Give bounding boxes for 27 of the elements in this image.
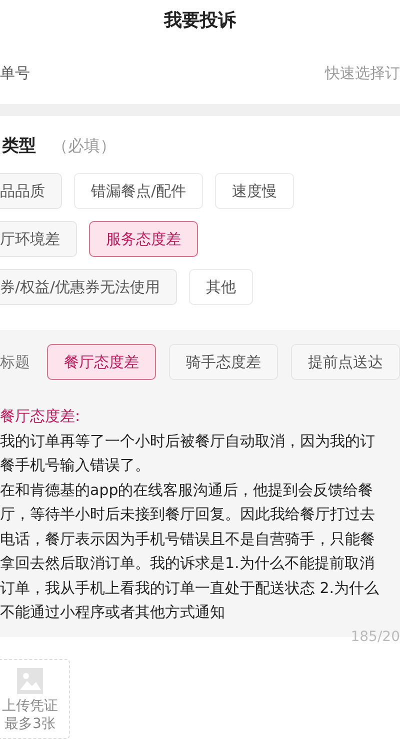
upload-button[interactable]: 上传凭证 最多3张 — [0, 659, 70, 739]
option-chip[interactable]: 品品质 — [0, 173, 62, 209]
description-line: 餐手机号输入错误了。 — [0, 455, 151, 476]
field-label: 标题 — [0, 352, 31, 373]
description-heading: 餐厅态度差: — [0, 406, 82, 427]
description-line: 我的订单再等了一个小时后被餐厅自动取消，因为我的订 — [0, 430, 376, 452]
character-counter: 185/20 — [350, 628, 400, 646]
option-chip[interactable]: 服务态度差 — [89, 221, 198, 257]
option-chip[interactable]: 其他 — [189, 269, 254, 305]
option-chip[interactable]: 厅环境差 — [0, 221, 77, 257]
option-chip[interactable]: 骑手态度差 — [169, 344, 278, 380]
description-line: 拿回去然后取消订单。我的诉求是1.为什么不能提前取消 — [0, 553, 376, 574]
description-line: 电话，餐厅表示因为手机号错误且不是自营骑手，只能餐 — [0, 528, 376, 550]
option-chip[interactable]: 速度慢 — [215, 173, 294, 209]
description-line: 不能通过小程序或者其他方式通知 — [0, 602, 226, 623]
option-chip[interactable]: 券/权益/优惠券无法使用 — [0, 269, 178, 305]
image-icon — [17, 668, 43, 694]
section-title: 类型 — [2, 134, 36, 158]
description-line: 厅，等待半小时后未接到餐厅回复。因此我给餐厅打过去 — [0, 504, 376, 525]
option-chip[interactable]: 错漏餐点/配件 — [74, 173, 204, 209]
required-hint: （必填） — [52, 135, 116, 158]
option-chip[interactable]: 餐厅态度差 — [47, 344, 156, 380]
description-line: 订单，我从手机上看我的订单一直处于配送状态 2.为什么 — [0, 578, 380, 598]
option-chip[interactable]: 提前点送达 — [291, 344, 400, 380]
field-label: 单号 — [0, 62, 30, 84]
description-line: 在和肯德基的app的在线客服沟通后，他提到会反馈给餐 — [0, 480, 374, 500]
page-title: 我要投诉 — [164, 9, 236, 34]
